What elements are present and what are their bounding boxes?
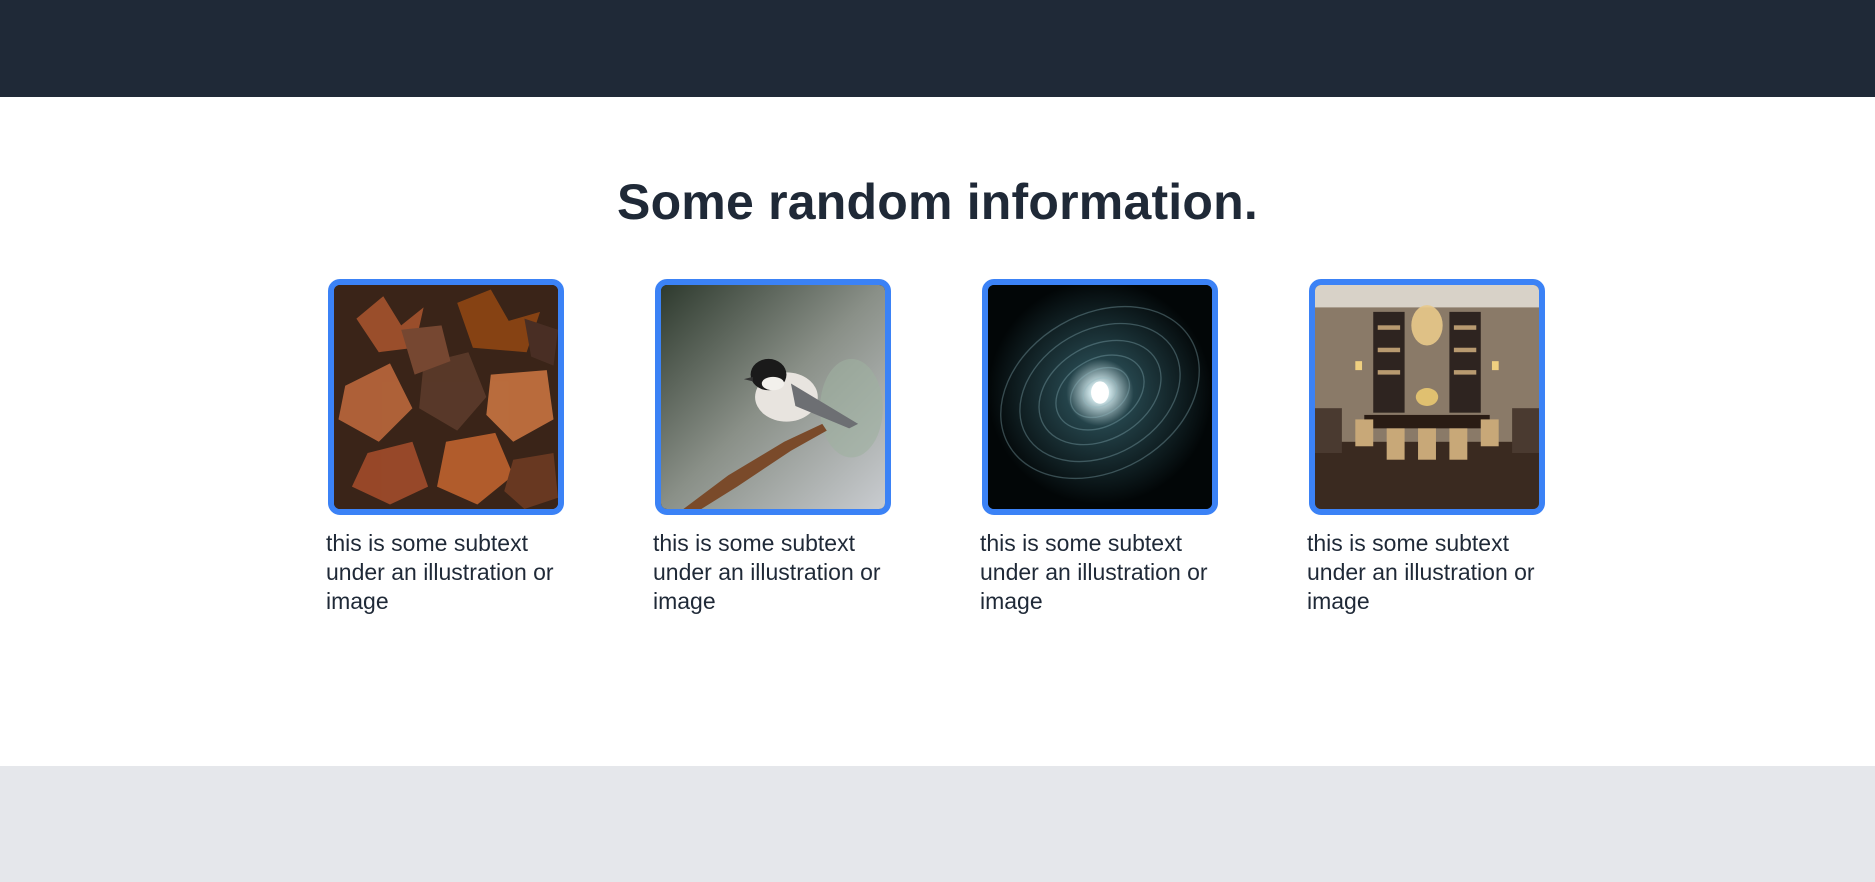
- card-caption: this is some subtext under an illustrati…: [326, 530, 554, 614]
- footer-bar: [0, 766, 1875, 882]
- dining-room-image: [1309, 279, 1545, 515]
- top-header-bar: [0, 0, 1875, 97]
- page-title: Some random information.: [617, 174, 1258, 230]
- autumn-leaves-image: [328, 279, 564, 515]
- light-spiral-image: [982, 279, 1218, 515]
- card-caption: this is some subtext under an illustrati…: [980, 530, 1208, 614]
- card-caption: this is some subtext under an illustrati…: [653, 530, 881, 614]
- card-caption: this is some subtext under an illustrati…: [1307, 530, 1535, 614]
- bird-on-branch-image: [655, 279, 891, 515]
- main-content: Some random information. this is some su…: [0, 97, 1875, 766]
